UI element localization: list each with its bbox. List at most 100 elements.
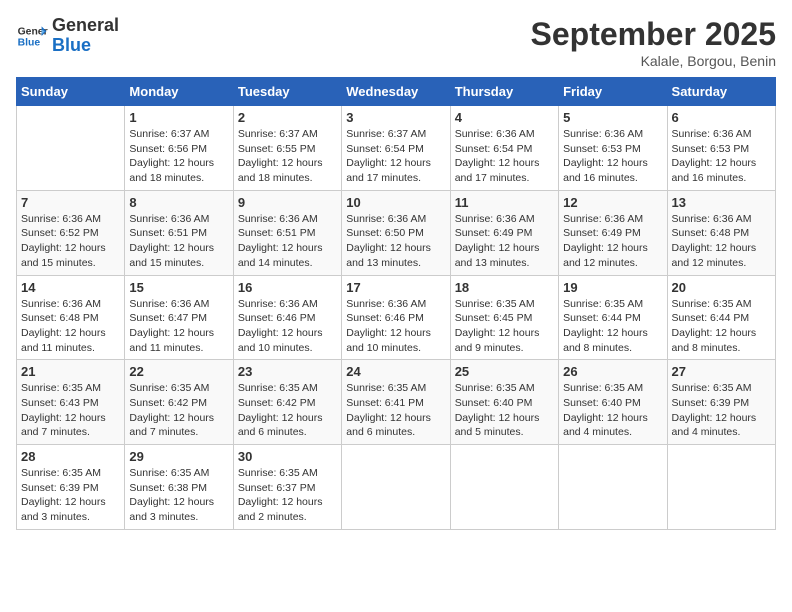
calendar-cell: 9 Sunrise: 6:36 AM Sunset: 6:51 PM Daylig… [233,190,341,275]
day-info: Sunrise: 6:36 AM Sunset: 6:49 PM Dayligh… [455,212,554,271]
day-number: 5 [563,110,662,125]
calendar-cell: 4 Sunrise: 6:36 AM Sunset: 6:54 PM Daylig… [450,106,558,191]
day-info: Sunrise: 6:36 AM Sunset: 6:47 PM Dayligh… [129,297,228,356]
col-header-tuesday: Tuesday [233,78,341,106]
calendar-cell: 10 Sunrise: 6:36 AM Sunset: 6:50 PM Dayli… [342,190,450,275]
day-number: 10 [346,195,445,210]
calendar-cell: 5 Sunrise: 6:36 AM Sunset: 6:53 PM Daylig… [559,106,667,191]
day-info: Sunrise: 6:36 AM Sunset: 6:54 PM Dayligh… [455,127,554,186]
day-number: 21 [21,364,120,379]
calendar-cell: 17 Sunrise: 6:36 AM Sunset: 6:46 PM Dayli… [342,275,450,360]
day-number: 29 [129,449,228,464]
day-info: Sunrise: 6:35 AM Sunset: 6:44 PM Dayligh… [672,297,771,356]
day-number: 12 [563,195,662,210]
day-info: Sunrise: 6:35 AM Sunset: 6:44 PM Dayligh… [563,297,662,356]
col-header-saturday: Saturday [667,78,775,106]
month-title: September 2025 [531,16,776,53]
day-number: 6 [672,110,771,125]
calendar-header: SundayMondayTuesdayWednesdayThursdayFrid… [17,78,776,106]
day-number: 26 [563,364,662,379]
calendar-cell: 1Sunrise: 6:37 AM Sunset: 6:56 PM Daylig… [125,106,233,191]
day-number: 2 [238,110,337,125]
day-info: Sunrise: 6:36 AM Sunset: 6:52 PM Dayligh… [21,212,120,271]
calendar-cell [667,445,775,530]
calendar-cell: 22 Sunrise: 6:35 AM Sunset: 6:42 PM Dayli… [125,360,233,445]
day-number: 4 [455,110,554,125]
calendar-cell: 23 Sunrise: 6:35 AM Sunset: 6:42 PM Dayli… [233,360,341,445]
day-info: Sunrise: 6:35 AM Sunset: 6:42 PM Dayligh… [238,381,337,440]
day-number: 19 [563,280,662,295]
day-info: Sunrise: 6:36 AM Sunset: 6:49 PM Dayligh… [563,212,662,271]
calendar-cell: 20Sunrise: 6:35 AM Sunset: 6:44 PM Dayli… [667,275,775,360]
calendar-week-4: 21 Sunrise: 6:35 AM Sunset: 6:43 PM Dayli… [17,360,776,445]
calendar-cell [17,106,125,191]
day-info: Sunrise: 6:35 AM Sunset: 6:39 PM Dayligh… [672,381,771,440]
title-block: September 2025 Kalale, Borgou, Benin [531,16,776,69]
calendar-cell: 25Sunrise: 6:35 AM Sunset: 6:40 PM Dayli… [450,360,558,445]
calendar-cell: 7 Sunrise: 6:36 AM Sunset: 6:52 PM Daylig… [17,190,125,275]
day-number: 7 [21,195,120,210]
day-info: Sunrise: 6:36 AM Sunset: 6:51 PM Dayligh… [129,212,228,271]
day-number: 15 [129,280,228,295]
calendar-cell: 13 Sunrise: 6:36 AM Sunset: 6:48 PM Dayli… [667,190,775,275]
location: Kalale, Borgou, Benin [531,53,776,69]
calendar-cell: 24Sunrise: 6:35 AM Sunset: 6:41 PM Dayli… [342,360,450,445]
calendar-cell: 29 Sunrise: 6:35 AM Sunset: 6:38 PM Dayli… [125,445,233,530]
day-number: 25 [455,364,554,379]
day-number: 22 [129,364,228,379]
logo-icon: General Blue [16,20,48,52]
calendar-cell [450,445,558,530]
calendar-cell: 3 Sunrise: 6:37 AM Sunset: 6:54 PM Daylig… [342,106,450,191]
calendar-cell [559,445,667,530]
calendar-cell: 2 Sunrise: 6:37 AM Sunset: 6:55 PM Daylig… [233,106,341,191]
day-info: Sunrise: 6:36 AM Sunset: 6:46 PM Dayligh… [346,297,445,356]
day-info: Sunrise: 6:36 AM Sunset: 6:50 PM Dayligh… [346,212,445,271]
day-number: 14 [21,280,120,295]
calendar-cell: 12 Sunrise: 6:36 AM Sunset: 6:49 PM Dayli… [559,190,667,275]
page-header: General Blue General Blue September 2025… [16,16,776,69]
day-info: Sunrise: 6:36 AM Sunset: 6:53 PM Dayligh… [563,127,662,186]
svg-text:Blue: Blue [18,37,41,48]
calendar-week-1: 1Sunrise: 6:37 AM Sunset: 6:56 PM Daylig… [17,106,776,191]
day-number: 13 [672,195,771,210]
day-number: 3 [346,110,445,125]
day-number: 9 [238,195,337,210]
calendar-cell: 6 Sunrise: 6:36 AM Sunset: 6:53 PM Daylig… [667,106,775,191]
calendar-week-5: 28 Sunrise: 6:35 AM Sunset: 6:39 PM Dayli… [17,445,776,530]
day-info: Sunrise: 6:35 AM Sunset: 6:42 PM Dayligh… [129,381,228,440]
day-number: 11 [455,195,554,210]
calendar-cell [342,445,450,530]
day-info: Sunrise: 6:37 AM Sunset: 6:56 PM Dayligh… [129,127,228,186]
day-info: Sunrise: 6:35 AM Sunset: 6:43 PM Dayligh… [21,381,120,440]
day-number: 30 [238,449,337,464]
day-info: Sunrise: 6:36 AM Sunset: 6:53 PM Dayligh… [672,127,771,186]
col-header-wednesday: Wednesday [342,78,450,106]
day-info: Sunrise: 6:35 AM Sunset: 6:45 PM Dayligh… [455,297,554,356]
calendar-week-2: 7 Sunrise: 6:36 AM Sunset: 6:52 PM Daylig… [17,190,776,275]
calendar-cell: 16Sunrise: 6:36 AM Sunset: 6:46 PM Dayli… [233,275,341,360]
calendar-cell: 11 Sunrise: 6:36 AM Sunset: 6:49 PM Dayli… [450,190,558,275]
day-number: 28 [21,449,120,464]
day-info: Sunrise: 6:36 AM Sunset: 6:48 PM Dayligh… [21,297,120,356]
calendar-cell: 21 Sunrise: 6:35 AM Sunset: 6:43 PM Dayli… [17,360,125,445]
calendar-cell: 15 Sunrise: 6:36 AM Sunset: 6:47 PM Dayli… [125,275,233,360]
day-info: Sunrise: 6:36 AM Sunset: 6:48 PM Dayligh… [672,212,771,271]
day-info: Sunrise: 6:35 AM Sunset: 6:38 PM Dayligh… [129,466,228,525]
calendar-cell: 27 Sunrise: 6:35 AM Sunset: 6:39 PM Dayli… [667,360,775,445]
calendar-cell: 14 Sunrise: 6:36 AM Sunset: 6:48 PM Dayli… [17,275,125,360]
day-info: Sunrise: 6:36 AM Sunset: 6:51 PM Dayligh… [238,212,337,271]
day-number: 17 [346,280,445,295]
day-number: 27 [672,364,771,379]
col-header-friday: Friday [559,78,667,106]
logo-text: General Blue [52,16,119,56]
day-number: 8 [129,195,228,210]
col-header-sunday: Sunday [17,78,125,106]
day-number: 23 [238,364,337,379]
calendar-cell: 30 Sunrise: 6:35 AM Sunset: 6:37 PM Dayli… [233,445,341,530]
calendar-cell: 28 Sunrise: 6:35 AM Sunset: 6:39 PM Dayli… [17,445,125,530]
day-info: Sunrise: 6:35 AM Sunset: 6:39 PM Dayligh… [21,466,120,525]
day-info: Sunrise: 6:37 AM Sunset: 6:54 PM Dayligh… [346,127,445,186]
col-header-thursday: Thursday [450,78,558,106]
day-info: Sunrise: 6:37 AM Sunset: 6:55 PM Dayligh… [238,127,337,186]
day-info: Sunrise: 6:35 AM Sunset: 6:37 PM Dayligh… [238,466,337,525]
